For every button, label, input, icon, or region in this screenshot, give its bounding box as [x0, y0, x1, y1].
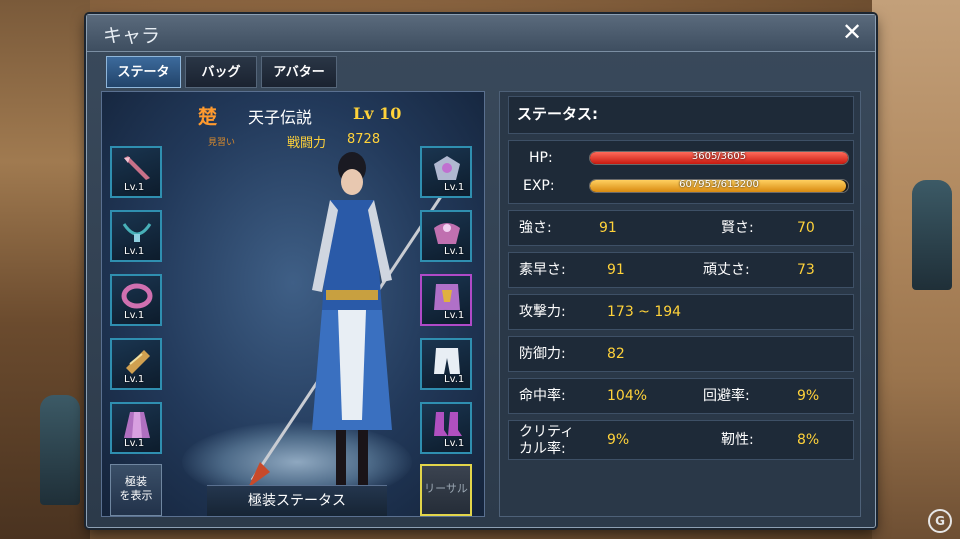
attack-label: 攻撃力: — [519, 304, 566, 320]
resilience-label: 靭性: — [721, 432, 754, 448]
slot-level: Lv.1 — [444, 182, 465, 193]
slot-level: Lv.1 — [124, 182, 145, 193]
character-name: 天子伝説 — [248, 108, 313, 127]
agility-value: 91 — [607, 262, 625, 278]
close-button[interactable]: ✕ — [839, 19, 865, 45]
necklace-icon — [122, 223, 152, 242]
tab-bag[interactable]: バッグ — [185, 56, 257, 88]
faction-label: 楚 — [198, 106, 218, 128]
equip-slot-cloak[interactable]: Lv.1 — [110, 402, 162, 454]
equip-slot-armor[interactable]: Lv.1 — [420, 274, 472, 326]
evasion-label: 回避率: — [703, 388, 750, 404]
evasion-value: 9% — [797, 388, 820, 404]
toughness-value: 73 — [797, 262, 815, 278]
exp-label: EXP: — [523, 178, 555, 194]
tab-avatar[interactable]: アバター — [261, 56, 337, 88]
wisdom-label: 賢さ: — [721, 220, 754, 236]
accuracy-value: 104% — [607, 388, 648, 404]
accuracy-label: 命中率: — [519, 388, 566, 404]
exp-bar: 607953/613200 — [589, 179, 849, 193]
boots-icon — [434, 412, 462, 436]
strength-value: 91 — [599, 220, 617, 236]
chest-armor-icon — [434, 284, 460, 310]
equip-slot-ring[interactable]: Lv.1 — [110, 274, 162, 326]
slot-level: Lv.1 — [124, 246, 145, 257]
ring-icon — [121, 283, 153, 309]
equip-slot-pants[interactable]: Lv.1 — [420, 338, 472, 390]
stat-row-attack: 攻撃力: 173 ~ 194 — [508, 294, 854, 330]
attack-value: 173 ~ 194 — [607, 304, 682, 320]
defense-label: 防御力: — [519, 346, 566, 362]
tab-bar: ステータス バッグ アバター — [106, 56, 337, 112]
equip-slot-weapon[interactable]: Lv.1 — [110, 146, 162, 198]
bracer-icon — [126, 350, 150, 374]
show-equipment-button[interactable]: 極装 を表示 — [110, 464, 162, 516]
status-title: ステータス: — [517, 105, 598, 123]
slot-level: Lv.1 — [124, 374, 145, 385]
equip-slot-necklace[interactable]: Lv.1 — [110, 210, 162, 262]
hp-bar: 3605/3605 — [589, 151, 849, 165]
critical-value: 9% — [607, 432, 630, 448]
equip-slot-shoulder[interactable]: Lv.1 — [420, 210, 472, 262]
hp-label: HP: — [529, 150, 553, 166]
tab-status[interactable]: ステータス — [106, 56, 181, 112]
critical-label: クリティ カル率: — [519, 424, 575, 457]
agility-label: 素早さ: — [519, 262, 566, 278]
slot-level: Lv.1 — [444, 438, 465, 449]
equip-slot-boots[interactable]: Lv.1 — [420, 402, 472, 454]
wisdom-value: 70 — [797, 220, 815, 236]
equip-status-button[interactable]: 極装ステータス — [207, 485, 387, 516]
defense-value: 82 — [607, 346, 625, 362]
rehearsal-button[interactable]: リーサル — [420, 464, 472, 516]
resilience-value: 8% — [797, 432, 820, 448]
cloak-icon — [124, 412, 150, 438]
hp-value: 3605/3605 — [691, 151, 747, 162]
character-window: キャラ ✕ ステータス バッグ アバター 楚 天子伝説 Lv 10 見習い 戦闘… — [86, 14, 876, 528]
character-header: 楚 天子伝説 Lv 10 — [198, 102, 428, 128]
stat-row-agility-toughness: 素早さ: 91 頑丈さ: 73 — [508, 252, 854, 288]
slot-level: Lv.1 — [444, 310, 465, 321]
strength-label: 強さ: — [519, 220, 552, 236]
window-titlebar: キャラ ✕ — [87, 15, 875, 52]
slot-level: Lv.1 — [444, 246, 465, 257]
helmet-icon — [434, 156, 460, 180]
status-panel: ステータス: HP: 3605/3605 EXP: 607953/613200 … — [499, 91, 861, 517]
stat-row-critical-resilience: クリティ カル率: 9% 靭性: 8% — [508, 420, 854, 460]
dagger-icon — [124, 156, 150, 180]
window-title: キャラ — [103, 25, 161, 47]
character-panel: 楚 天子伝説 Lv 10 見習い 戦闘力 8728 Lv.1 Lv.1 Lv.1… — [101, 91, 485, 517]
toughness-label: 頑丈さ: — [703, 262, 750, 278]
background-soldier-left — [40, 395, 80, 505]
equip-slot-bracer[interactable]: Lv.1 — [110, 338, 162, 390]
shoulder-armor-icon — [434, 223, 460, 244]
character-level: Lv 10 — [353, 104, 402, 123]
stat-row-accuracy-evasion: 命中率: 104% 回避率: 9% — [508, 378, 854, 414]
slot-level: Lv.1 — [444, 374, 465, 385]
slot-level: Lv.1 — [124, 438, 145, 449]
background-soldier-right — [912, 180, 952, 290]
slot-level: Lv.1 — [124, 310, 145, 321]
character-rank: 見習い — [208, 138, 236, 148]
stat-row-strength-wisdom: 強さ: 91 賢さ: 70 — [508, 210, 854, 246]
hp-exp-box: HP: 3605/3605 EXP: 607953/613200 — [508, 140, 854, 204]
stat-row-defense: 防御力: 82 — [508, 336, 854, 372]
status-header: ステータス: — [508, 96, 854, 134]
pants-icon — [434, 348, 460, 374]
watermark-logo-icon: G — [928, 509, 952, 533]
exp-value: 607953/613200 — [679, 179, 759, 190]
equip-slot-helmet[interactable]: Lv.1 — [420, 146, 472, 198]
